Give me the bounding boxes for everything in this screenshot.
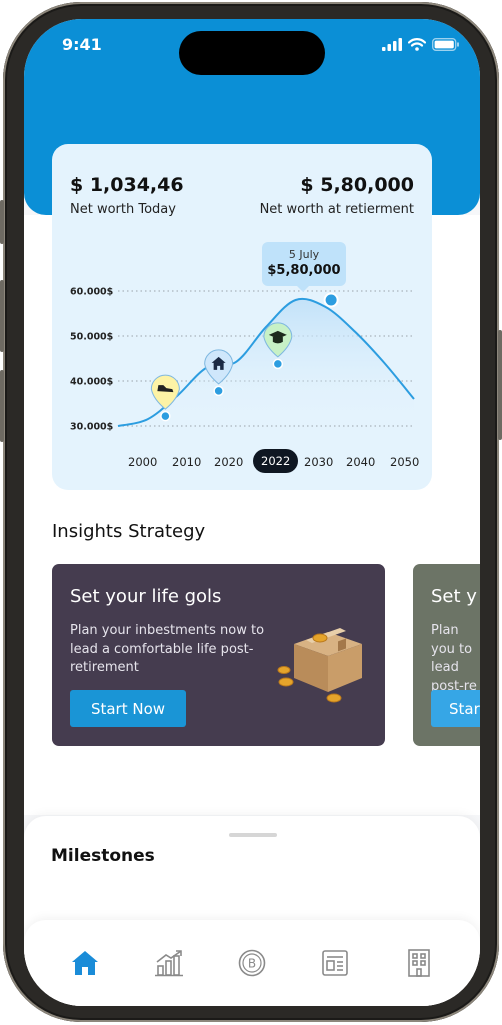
action-button (0, 200, 4, 244)
graduation-cap-base (272, 336, 283, 344)
home-icon (72, 951, 98, 975)
tooltip-value: $5,80,000 (267, 263, 341, 278)
moving-box-icon (277, 628, 362, 703)
tab-home[interactable] (68, 946, 102, 980)
x-tick-label[interactable]: 2050 (390, 455, 419, 469)
insight-card-body: Plan you to lead post-re (431, 623, 477, 694)
highlight-point (323, 292, 339, 308)
net-worth-chart-card: $ 1,034,46 Net worth Today $ 5,80,000 Ne… (52, 144, 432, 490)
tab-crypto[interactable]: B (235, 946, 269, 980)
tab-property[interactable] (402, 946, 436, 980)
volume-down-button (0, 370, 4, 442)
signal-icon (382, 38, 402, 51)
power-button (498, 330, 502, 440)
insights-title: Insights Strategy (52, 521, 206, 542)
status-time: 9:41 (62, 35, 102, 54)
data-point (213, 385, 224, 397)
start-now-button[interactable]: Start Now (70, 690, 186, 727)
milestones-title: Milestones (51, 846, 155, 866)
tooltip-pointer (296, 285, 310, 292)
y-tick-label: 50.000$ (70, 332, 113, 343)
building-icon (408, 949, 430, 977)
wifi-icon (408, 38, 426, 51)
x-tick-selected[interactable]: 2022 (253, 449, 299, 473)
start-now-button[interactable]: Star (431, 690, 480, 727)
svg-text:B: B (248, 957, 256, 971)
x-tick-label[interactable]: 2000 (128, 455, 157, 469)
y-tick-label: 40.000$ (70, 377, 113, 388)
app-screen: 9:41 $ 1,034,46 Net worth Today $ 5,80,0… (24, 19, 480, 1006)
tooltip-date: 5 July (288, 248, 320, 261)
volume-up-button (0, 280, 4, 352)
y-tick-label: 60.000$ (70, 287, 113, 298)
news-icon (322, 950, 348, 976)
battery-icon (432, 38, 459, 51)
sheet-drag-handle[interactable] (229, 833, 277, 837)
chart-icon (155, 950, 183, 977)
status-icons (382, 38, 460, 51)
y-tick-label: 30.000$ (70, 422, 113, 433)
x-tick-label[interactable]: 2020 (214, 455, 243, 469)
x-tick-label[interactable]: 2040 (346, 455, 375, 469)
x-tick-label[interactable]: 2030 (304, 455, 333, 469)
x-tick-label[interactable]: 2010 (172, 455, 201, 469)
insight-card[interactable]: Set y Plan you to lead post-re Star (413, 564, 480, 746)
chart-tooltip: 5 July $5,80,000 (262, 242, 346, 286)
bitcoin-icon: B (238, 949, 266, 977)
bottom-tab-bar: B (24, 920, 480, 1006)
tab-news[interactable] (318, 946, 352, 980)
insight-card-title: Set your life gols (70, 586, 222, 607)
insight-card-title: Set y (431, 586, 477, 607)
insight-card-body: Plan your inbestments now to lead a comf… (70, 623, 265, 675)
data-point (160, 410, 171, 422)
insight-card[interactable]: Set your life gols Plan your inbestments… (52, 564, 385, 746)
data-point (272, 358, 284, 370)
dynamic-island (179, 31, 325, 75)
tab-analytics[interactable] (152, 946, 186, 980)
net-worth-chart[interactable]: 60.000$ 50.000$ 40.000$ 30.000$ (52, 144, 432, 490)
